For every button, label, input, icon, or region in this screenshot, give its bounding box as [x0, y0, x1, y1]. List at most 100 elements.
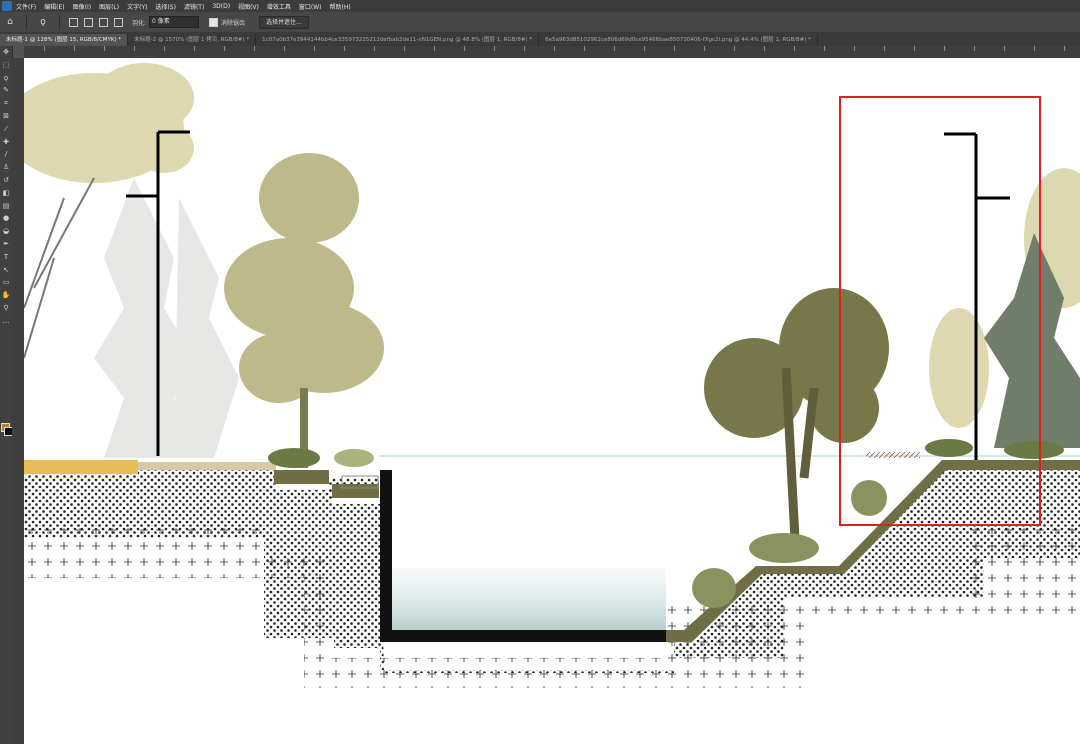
spot-heal-tool-icon[interactable]: ✚	[0, 136, 12, 149]
history-brush-tool-icon[interactable]: ↺	[0, 174, 12, 187]
eraser-tool-icon[interactable]: ◧	[0, 187, 12, 200]
antialias-checkbox[interactable]	[209, 17, 219, 27]
move-tool-icon[interactable]: ✥	[0, 46, 12, 59]
ruler-tick	[944, 46, 945, 51]
crop-tool-icon[interactable]: ⌗	[0, 97, 12, 110]
landscape-section-artwork	[24, 63, 1080, 688]
ruler-tick	[1064, 46, 1065, 51]
intersect-selection-icon[interactable]	[114, 17, 123, 27]
ruler-tick	[854, 46, 855, 51]
select-and-mask-button[interactable]: 选择并遮住...	[259, 15, 309, 29]
menu-layer[interactable]: 图层(L)	[99, 2, 119, 11]
ruler-tick	[464, 46, 465, 51]
stamp-tool-icon[interactable]: ♙	[0, 161, 12, 174]
ruler-tick	[194, 46, 195, 51]
type-tool-icon[interactable]: T	[0, 251, 12, 264]
ruler-tick	[554, 46, 555, 51]
water	[392, 568, 666, 630]
ruler-tick	[524, 46, 525, 51]
zoom-tool-icon[interactable]: ⚲	[0, 302, 12, 315]
ruler-tick	[164, 46, 165, 51]
ruler-tick	[374, 46, 375, 51]
ruler-tick	[734, 46, 735, 51]
artboard-tool-icon[interactable]: ⬚	[0, 59, 12, 72]
brush-tool-icon[interactable]: ∕	[0, 148, 12, 161]
feather-label: 羽化:	[132, 19, 147, 27]
yellow-paving	[24, 460, 138, 474]
ruler-tick	[584, 46, 585, 51]
ruler-tick	[674, 46, 675, 51]
document-tabs: 未标题-1 @ 128% (图层 15, RGB/8/CMYK) * 未标题-2…	[0, 32, 1080, 46]
new-selection-icon[interactable]	[69, 17, 78, 27]
gradient-tool-icon[interactable]: ▤	[0, 200, 12, 213]
lasso-preset-icon[interactable]: ϙ	[38, 17, 48, 27]
tab-document-1[interactable]: 未标题-1 @ 128% (图层 15, RGB/8/CMYK) *	[0, 34, 129, 46]
ruler-tick	[314, 46, 315, 51]
blur-tool-icon[interactable]: ●	[0, 212, 12, 225]
photoshop-logo-icon[interactable]	[2, 1, 12, 11]
ruler-tick	[1034, 46, 1035, 51]
ruler-tick	[884, 46, 885, 51]
ruler-tick	[134, 46, 135, 51]
ruler-tick	[704, 46, 705, 51]
tree-right-dark	[704, 288, 889, 443]
fence	[866, 452, 920, 458]
tree-center-left	[224, 153, 384, 403]
menu-bar: 文件(F) 编辑(E) 图像(I) 图层(L) 文字(Y) 选择(S) 滤镜(T…	[0, 0, 1080, 12]
menu-image[interactable]: 图像(I)	[73, 2, 91, 11]
eyedropper-tool-icon[interactable]: ⁄	[0, 123, 12, 136]
hand-tool-icon[interactable]: ✋	[0, 289, 12, 302]
tree-left-ghost	[94, 178, 239, 458]
add-selection-icon[interactable]	[84, 17, 93, 27]
ruler-tick	[1004, 46, 1005, 51]
ruler-tick	[824, 46, 825, 51]
ruler-tick	[224, 46, 225, 51]
ground-strip-left	[138, 462, 276, 470]
feather-input[interactable]: 0 像素	[149, 16, 200, 28]
path-select-tool-icon[interactable]: ↖	[0, 264, 12, 277]
document-canvas[interactable]	[24, 58, 1080, 744]
menu-file[interactable]: 文件(F)	[16, 2, 36, 11]
ruler-tick	[764, 46, 765, 51]
home-icon[interactable]: ⌂	[5, 17, 15, 27]
ruler-tick	[284, 46, 285, 51]
menu-plugins[interactable]: 增效工具	[267, 2, 291, 11]
menu-help[interactable]: 帮助(H)	[330, 2, 351, 11]
tab-document-3[interactable]: 1c07a0b37e3944144bb4ce335973225212defbab…	[256, 34, 540, 46]
menu-filter[interactable]: 滤镜(T)	[184, 2, 204, 11]
ruler-tick	[974, 46, 975, 51]
antialias-label: 消除锯齿	[221, 19, 246, 27]
quick-select-tool-icon[interactable]: ✎	[0, 84, 12, 97]
menu-window[interactable]: 窗口(W)	[299, 2, 322, 11]
ruler-tick	[494, 46, 495, 51]
menu-3d[interactable]: 3D(D)	[212, 3, 230, 10]
dodge-tool-icon[interactable]: ◒	[0, 225, 12, 238]
ruler-tick	[614, 46, 615, 51]
lasso-tool-icon[interactable]: ϙ	[0, 72, 12, 85]
divider	[59, 15, 60, 29]
ruler-tick	[794, 46, 795, 51]
tree-left-large	[24, 63, 194, 183]
menu-view[interactable]: 视图(V)	[238, 2, 259, 11]
frame-tool-icon[interactable]: ⊠	[0, 110, 12, 123]
pen-tool-icon[interactable]: ✒	[0, 238, 12, 251]
ruler-tick	[434, 46, 435, 51]
menu-type[interactable]: 文字(Y)	[127, 2, 147, 11]
ruler-tick	[344, 46, 345, 51]
ruler-tick	[644, 46, 645, 51]
tree-left-trunk	[24, 177, 95, 359]
menu-edit[interactable]: 编辑(E)	[44, 2, 64, 11]
vertical-ruler[interactable]	[12, 58, 24, 744]
rectangle-tool-icon[interactable]: ▭	[0, 276, 12, 289]
ruler-tick	[254, 46, 255, 51]
tab-document-4[interactable]: 6e5a963d85102962ce806d69d0ce95466bae8507…	[539, 34, 818, 46]
ruler-tick	[914, 46, 915, 51]
shrubs-left	[268, 448, 374, 468]
subtract-selection-icon[interactable]	[99, 17, 108, 27]
ruler-tick	[404, 46, 405, 51]
tab-document-2[interactable]: 未标题-2 @ 1570% (图层 1 拷贝, RGB/8#) *	[128, 34, 257, 46]
more-tools-icon[interactable]: …	[0, 315, 12, 328]
ruler-tick	[104, 46, 105, 51]
menu-select[interactable]: 选择(S)	[155, 2, 176, 11]
divider	[26, 15, 27, 29]
